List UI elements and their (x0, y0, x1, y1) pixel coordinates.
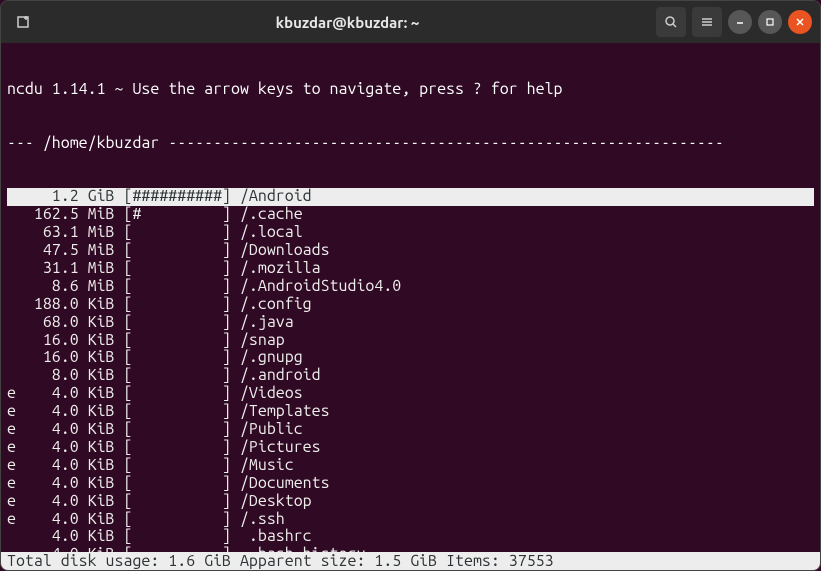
list-item[interactable]: e 4.0 KiB [ ] /Music (7, 457, 814, 475)
list-item[interactable]: 1.2 GiB [##########] /Android (7, 188, 814, 206)
list-item[interactable]: 63.1 MiB [ ] /.local (7, 224, 814, 242)
list-item[interactable]: 8.0 KiB [ ] /.android (7, 367, 814, 385)
list-item[interactable]: e 4.0 KiB [ ] /Public (7, 421, 814, 439)
close-icon (795, 17, 805, 27)
items-label: Items: (437, 552, 500, 570)
list-item[interactable]: 162.5 MiB [# ] /.cache (7, 206, 814, 224)
close-button[interactable] (788, 10, 812, 34)
menu-button[interactable] (692, 7, 722, 37)
items-value: 37553 (500, 552, 554, 570)
new-tab-icon (16, 14, 32, 30)
maximize-button[interactable] (758, 10, 782, 34)
ncdu-path: --- /home/kbuzdar ----------------------… (7, 135, 814, 153)
apparent-label: Apparent size: (231, 552, 365, 570)
list-item[interactable]: 68.0 KiB [ ] /.java (7, 314, 814, 332)
list-item[interactable]: 16.0 KiB [ ] /snap (7, 332, 814, 350)
hamburger-icon (700, 15, 714, 29)
list-item[interactable]: 188.0 KiB [ ] /.config (7, 296, 814, 314)
list-item[interactable]: 47.5 MiB [ ] /Downloads (7, 242, 814, 260)
list-item[interactable]: 31.1 MiB [ ] /.mozilla (7, 260, 814, 278)
list-item[interactable]: e 4.0 KiB [ ] /Pictures (7, 439, 814, 457)
total-value: 1.6 GiB (159, 552, 231, 570)
new-tab-button[interactable] (9, 7, 39, 37)
status-bar: Total disk usage: 1.6 GiB Apparent size:… (1, 552, 820, 570)
list-item[interactable]: 16.0 KiB [ ] /.gnupg (7, 349, 814, 367)
maximize-icon (765, 17, 775, 27)
list-item[interactable]: e 4.0 KiB [ ] /Templates (7, 403, 814, 421)
ncdu-header: ncdu 1.14.1 ~ Use the arrow keys to navi… (7, 81, 814, 99)
terminal-body[interactable]: ncdu 1.14.1 ~ Use the arrow keys to navi… (1, 43, 820, 552)
list-item[interactable]: 8.6 MiB [ ] /.AndroidStudio4.0 (7, 278, 814, 296)
total-label: Total disk usage: (7, 552, 159, 570)
minimize-icon (735, 17, 745, 27)
window-title: kbuzdar@kbuzdar: ~ (47, 14, 648, 31)
apparent-value: 1.5 GiB (365, 552, 437, 570)
search-button[interactable] (656, 7, 686, 37)
list-item[interactable]: 4.0 KiB [ ] .bashrc (7, 528, 814, 546)
list-item[interactable]: e 4.0 KiB [ ] /.ssh (7, 511, 814, 529)
file-list: 1.2 GiB [##########] /Android 162.5 MiB … (7, 188, 814, 552)
list-item[interactable]: e 4.0 KiB [ ] /Videos (7, 385, 814, 403)
titlebar: kbuzdar@kbuzdar: ~ (1, 1, 820, 43)
terminal-window: kbuzdar@kbuzdar: ~ ncdu 1.14.1 ~ Use the… (0, 0, 821, 571)
search-icon (664, 15, 678, 29)
list-item[interactable]: e 4.0 KiB [ ] /Desktop (7, 493, 814, 511)
minimize-button[interactable] (728, 10, 752, 34)
list-item[interactable]: e 4.0 KiB [ ] /Documents (7, 475, 814, 493)
